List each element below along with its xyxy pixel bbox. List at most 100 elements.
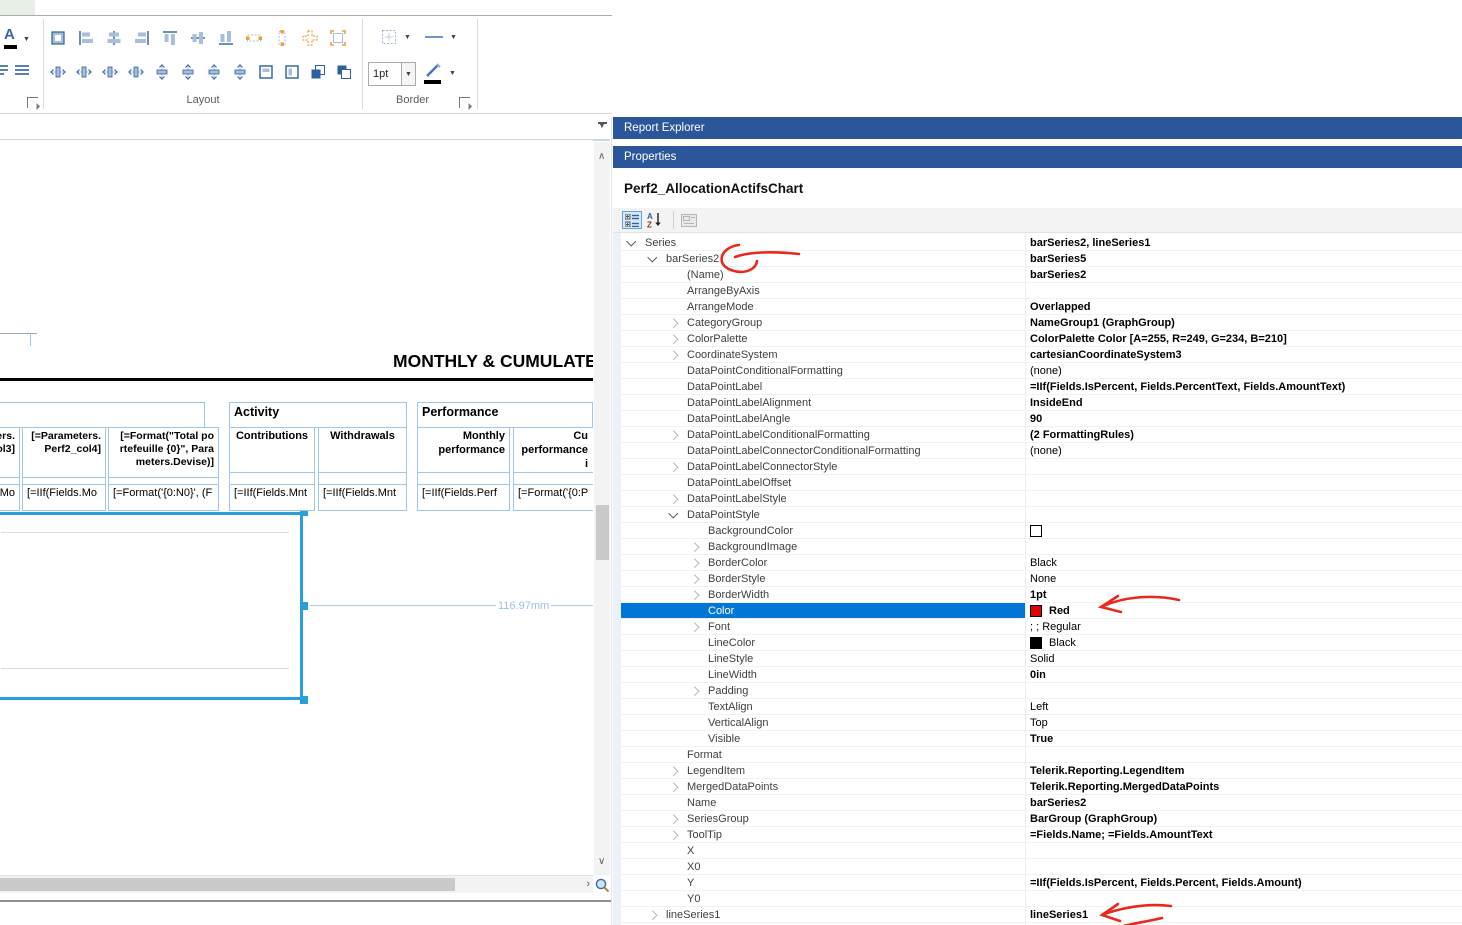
property-value[interactable]: Red bbox=[1030, 605, 1458, 617]
property-value[interactable]: =IIf(Fields.IsPercent, Fields.PercentTex… bbox=[1030, 381, 1458, 393]
property-value[interactable]: NameGroup1 (GraphGroup) bbox=[1030, 317, 1458, 329]
property-row-coordinatesystem[interactable]: CoordinateSystem cartesianCoordinateSyst… bbox=[613, 347, 1462, 363]
expand-arrow[interactable] bbox=[668, 782, 678, 792]
property-row-datapointconditionalformatting[interactable]: DataPointConditionalFormatting (none) bbox=[613, 363, 1462, 379]
expand-arrow[interactable] bbox=[689, 686, 699, 696]
report-cell[interactable]: [=IIf(Fields.Mnt bbox=[318, 484, 407, 511]
property-row--name-[interactable]: (Name) barSeries2 bbox=[613, 267, 1462, 283]
vertical-scroll-thumb[interactable] bbox=[595, 505, 609, 560]
property-value[interactable]: ColorPalette Color [A=255, R=249, G=234,… bbox=[1030, 333, 1458, 345]
align-bottom-edges-button[interactable] bbox=[214, 26, 238, 50]
property-pages-icon[interactable] bbox=[679, 211, 699, 229]
panel-splitter[interactable] bbox=[611, 117, 612, 925]
design-surface[interactable]: MONTHLY & CUMULATE 116.97mm [=Parameters… bbox=[0, 140, 593, 875]
property-row-color[interactable]: Color Red bbox=[613, 603, 1462, 619]
expand-arrow[interactable] bbox=[689, 590, 699, 600]
line-color-button[interactable] bbox=[424, 62, 444, 84]
center-vertically-button[interactable] bbox=[280, 60, 304, 84]
property-row-tooltip[interactable]: ToolTip =Fields.Name; =Fields.AmountText bbox=[613, 827, 1462, 843]
font-dialog-launcher[interactable] bbox=[27, 97, 38, 108]
property-row-borderwidth[interactable]: BorderWidth 1pt bbox=[613, 587, 1462, 603]
report-cell[interactable]: [=IIf(Fields.Mo bbox=[0, 484, 20, 511]
border-width-combo[interactable]: 1pt ▼ bbox=[368, 62, 416, 86]
property-row-linewidth[interactable]: LineWidth 0in bbox=[613, 667, 1462, 683]
send-to-back-button[interactable] bbox=[332, 60, 356, 84]
increase-vertical-spacing-button[interactable] bbox=[176, 60, 200, 84]
report-cell[interactable]: Contributions bbox=[229, 427, 315, 473]
line-style-button[interactable] bbox=[424, 30, 444, 44]
zoom-button[interactable] bbox=[594, 877, 611, 894]
property-value[interactable]: cartesianCoordinateSystem3 bbox=[1030, 349, 1458, 361]
bring-to-front-button[interactable] bbox=[306, 60, 330, 84]
selection-handle-bottom-right[interactable] bbox=[300, 696, 308, 704]
property-value[interactable]: 90 bbox=[1030, 413, 1458, 425]
property-value[interactable]: BarGroup (GraphGroup) bbox=[1030, 813, 1458, 825]
property-row-format[interactable]: Format bbox=[613, 747, 1462, 763]
property-value[interactable]: (2 FormattingRules) bbox=[1030, 429, 1458, 441]
property-row-seriesgroup[interactable]: SeriesGroup BarGroup (GraphGroup) bbox=[613, 811, 1462, 827]
make-same-size-button[interactable] bbox=[298, 26, 322, 50]
property-value[interactable]: Black bbox=[1030, 557, 1458, 569]
align-right-edges-button[interactable] bbox=[130, 26, 154, 50]
categorized-icon[interactable] bbox=[622, 211, 642, 229]
border-style-dropdown-icon[interactable]: ▼ bbox=[404, 34, 411, 41]
property-row-y0[interactable]: Y0 bbox=[613, 891, 1462, 907]
report-cell[interactable]: [=Format('{0:N0}', (F bbox=[108, 484, 219, 511]
justify-left-icon[interactable] bbox=[0, 64, 10, 77]
expand-arrow[interactable] bbox=[668, 494, 678, 504]
property-row-textalign[interactable]: TextAlign Left bbox=[613, 699, 1462, 715]
report-title-textbox[interactable]: MONTHLY & CUMULATE bbox=[393, 351, 593, 372]
property-row-linestyle[interactable]: LineStyle Solid bbox=[613, 651, 1462, 667]
horizontal-scroll-thumb[interactable] bbox=[0, 878, 455, 891]
make-same-width-button[interactable] bbox=[242, 26, 266, 50]
expand-arrow[interactable] bbox=[647, 252, 657, 262]
report-cell[interactable]: [=Format('{0:P bbox=[513, 484, 593, 511]
expand-arrow[interactable] bbox=[668, 830, 678, 840]
property-value[interactable]: 1pt bbox=[1030, 589, 1458, 601]
decrease-vertical-spacing-button[interactable] bbox=[202, 60, 226, 84]
align-to-grid-button[interactable] bbox=[46, 26, 70, 50]
property-value[interactable]: (none) bbox=[1030, 445, 1458, 457]
property-row-name[interactable]: Name barSeries2 bbox=[613, 795, 1462, 811]
decrease-horizontal-spacing-button[interactable] bbox=[98, 60, 122, 84]
line-style-dropdown-icon[interactable]: ▼ bbox=[450, 34, 457, 41]
property-row-x[interactable]: X bbox=[613, 843, 1462, 859]
selection-handle-middle-right[interactable] bbox=[300, 602, 308, 610]
property-row-categorygroup[interactable]: CategoryGroup NameGroup1 (GraphGroup) bbox=[613, 315, 1462, 331]
property-row-datapointlabelangle[interactable]: DataPointLabelAngle 90 bbox=[613, 411, 1462, 427]
property-value[interactable]: barSeries5 bbox=[1030, 253, 1458, 265]
expand-arrow[interactable] bbox=[689, 542, 699, 552]
property-row-datapointlabelstyle[interactable]: DataPointLabelStyle bbox=[613, 491, 1462, 507]
align-centers-button[interactable] bbox=[102, 26, 126, 50]
property-row-bordercolor[interactable]: BorderColor Black bbox=[613, 555, 1462, 571]
report-cell[interactable] bbox=[0, 402, 205, 428]
property-value[interactable]: 0in bbox=[1030, 669, 1458, 681]
remove-horizontal-spacing-button[interactable] bbox=[124, 60, 148, 84]
scroll-right-icon[interactable]: › bbox=[586, 879, 590, 890]
report-cell[interactable]: Cu performance i bbox=[513, 427, 593, 473]
align-top-edges-button[interactable] bbox=[158, 26, 182, 50]
selected-chart-item[interactable] bbox=[0, 512, 303, 700]
property-row-arrangebyaxis[interactable]: ArrangeByAxis bbox=[613, 283, 1462, 299]
property-row-linecolor[interactable]: LineColor Black bbox=[613, 635, 1462, 651]
center-horizontally-button[interactable] bbox=[254, 60, 278, 84]
expand-arrow[interactable] bbox=[689, 622, 699, 632]
property-value[interactable]: lineSeries1 bbox=[1030, 909, 1458, 921]
expand-arrow[interactable] bbox=[668, 334, 678, 344]
align-left-edges-button[interactable] bbox=[74, 26, 98, 50]
property-row-font[interactable]: Font ; ; Regular bbox=[613, 619, 1462, 635]
expand-arrow[interactable] bbox=[647, 910, 657, 920]
property-value[interactable]: Telerik.Reporting.LegendItem bbox=[1030, 765, 1458, 777]
horizontal-scrollbar[interactable]: › bbox=[0, 875, 593, 893]
alphabetical-sort-icon[interactable]: AZ bbox=[645, 211, 665, 229]
expand-arrow[interactable] bbox=[668, 350, 678, 360]
report-cell[interactable]: [=IIf(Fields.Perf bbox=[417, 484, 510, 511]
scroll-up-icon[interactable]: ∧ bbox=[598, 152, 605, 162]
make-vertical-spacing-equal-button[interactable] bbox=[150, 60, 174, 84]
property-row-datapointlabelconditionalformatting[interactable]: DataPointLabelConditionalFormatting (2 F… bbox=[613, 427, 1462, 443]
property-value[interactable]: Telerik.Reporting.MergedDataPoints bbox=[1030, 781, 1458, 793]
property-row-backgroundcolor[interactable]: BackgroundColor bbox=[613, 523, 1462, 539]
report-cell[interactable]: [=Parameters. Perf2_col3] bbox=[0, 427, 20, 478]
expand-arrow[interactable] bbox=[668, 430, 678, 440]
expand-arrow[interactable] bbox=[668, 508, 678, 518]
